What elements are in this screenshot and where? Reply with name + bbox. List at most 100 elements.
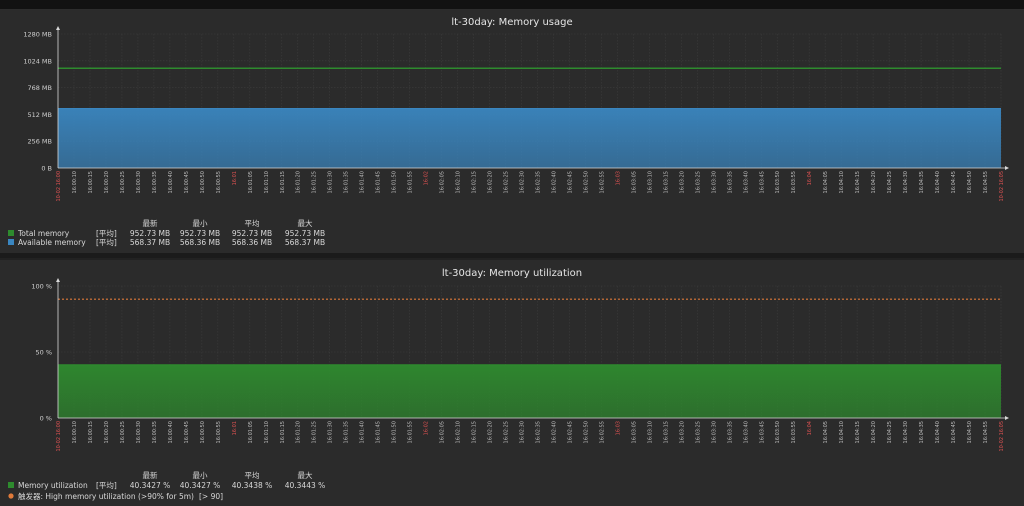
x-tick-label: 16:02:20 xyxy=(488,171,494,193)
x-tick-label: 16:03:30 xyxy=(711,171,717,193)
x-tick-label: 16:02:30 xyxy=(520,421,526,443)
y-tick-label: 1024 MB xyxy=(23,57,52,65)
x-tick-label: 16:01:30 xyxy=(328,171,334,193)
legend-stat-value: 568.37 MB xyxy=(285,238,325,247)
x-tick-label: 16:01 xyxy=(232,171,238,185)
memory-usage-chart: lt-30day: Memory usage 16:00:10 16:00:15 16… xyxy=(8,17,1009,247)
x-tick-label: 16:03:45 xyxy=(759,421,765,443)
legend-stat-value: 568.36 MB xyxy=(232,238,272,247)
x-tick-label: 16:03:10 xyxy=(647,171,653,193)
trigger-label: 触发器: High memory utilization (>90% for 5… xyxy=(18,491,194,501)
x-tick-label: 16:00:50 xyxy=(200,171,206,193)
legend-swatch xyxy=(8,230,14,236)
legend-header: 平均 xyxy=(245,218,260,228)
y-axis-arrow xyxy=(56,26,60,30)
x-tick-label: 16:00:10 xyxy=(72,171,78,193)
x-tick-label: 16:04 xyxy=(807,421,813,435)
legend-function: [平均] xyxy=(96,228,117,238)
x-tick-label: 16:00:20 xyxy=(104,421,110,443)
trigger-marker-icon xyxy=(8,493,14,499)
x-tick-label: 16:04:05 xyxy=(823,171,829,193)
x-tick-label: 16:03:30 xyxy=(711,421,717,443)
x-end-label: 10-02 16:05 xyxy=(999,171,1005,202)
x-tick-label: 16:01:20 xyxy=(296,421,302,443)
x-tick-label: 16:00:25 xyxy=(120,171,126,193)
legend-stat-value: 952.73 MB xyxy=(180,229,220,238)
y-tick-label: 768 MB xyxy=(27,84,52,92)
legend-stat-value: 40.3427 % xyxy=(180,481,221,490)
x-tick-label: 16:00:35 xyxy=(152,421,158,443)
x-tick-label: 16:02:40 xyxy=(551,171,557,193)
x-tick-label: 16:03:55 xyxy=(791,421,797,443)
x-tick-label: 16:04:40 xyxy=(935,421,941,443)
x-tick-label: 16:04:40 xyxy=(935,171,941,193)
x-start-label: 10-02 16:00 xyxy=(56,171,62,202)
x-tick-label: 16:03:40 xyxy=(743,171,749,193)
x-tick-label: 16:04:30 xyxy=(903,171,909,193)
x-tick-label: 16:00:50 xyxy=(200,421,206,443)
trigger-condition: [> 90] xyxy=(199,492,223,501)
x-tick-label: 16:02 xyxy=(424,171,430,185)
x-tick-label: 16:00:10 xyxy=(72,421,78,443)
x-tick-label: 16:03:45 xyxy=(759,171,765,193)
x-tick-label: 16:02:10 xyxy=(456,421,462,443)
legend-header: 最小 xyxy=(193,471,208,480)
x-tick-label: 16:03 xyxy=(615,171,621,185)
x-tick-label: 16:02:15 xyxy=(472,171,478,193)
x-tick-label: 16:03:55 xyxy=(791,171,797,193)
legend-stat-value: 568.36 MB xyxy=(180,238,220,247)
x-tick-label: 16:03:15 xyxy=(663,421,669,443)
x-tick-label: 16:02 xyxy=(424,421,430,435)
top-bar xyxy=(0,0,1024,10)
x-tick-label: 16:04:10 xyxy=(839,171,845,193)
series-area-available-memory xyxy=(58,108,1001,168)
x-axis-arrow xyxy=(1005,166,1009,170)
legend-stat-value: 40.3438 % xyxy=(232,481,273,490)
legend-function: [平均] xyxy=(96,480,117,490)
x-tick-label: 16:04:30 xyxy=(903,421,909,443)
legend-header: 最小 xyxy=(193,219,208,228)
x-tick-label: 16:04:35 xyxy=(919,421,925,443)
x-tick-label: 16:01:15 xyxy=(280,171,286,193)
x-tick-label: 16:04:20 xyxy=(871,421,877,443)
x-tick-label: 16:00:35 xyxy=(152,171,158,193)
y-tick-label: 0 B xyxy=(41,165,52,173)
x-tick-label: 16:02:50 xyxy=(583,171,589,193)
x-tick-label: 16:04:45 xyxy=(951,171,957,193)
y-tick-label: 256 MB xyxy=(27,138,52,146)
x-tick-label: 16:01:25 xyxy=(312,421,318,443)
x-tick-label: 16:04 xyxy=(807,171,813,185)
x-tick-label: 16:01:35 xyxy=(344,421,350,443)
x-tick-label: 16:04:25 xyxy=(887,171,893,193)
x-tick-label: 16:01:50 xyxy=(392,421,398,443)
y-axis-arrow xyxy=(56,278,60,282)
legend-stat-value: 568.37 MB xyxy=(130,238,170,247)
x-tick-label: 16:01:15 xyxy=(280,421,286,443)
x-tick-label: 16:00:15 xyxy=(88,421,94,443)
legend-function: [平均] xyxy=(96,237,117,247)
x-tick-label: 16:03:40 xyxy=(743,421,749,443)
legend-header: 最大 xyxy=(298,470,313,480)
x-tick-label: 16:01:25 xyxy=(312,171,318,193)
x-tick-label: 16:01:10 xyxy=(264,421,270,443)
legend-header: 最大 xyxy=(298,218,313,228)
x-tick-label: 16:01 xyxy=(232,421,238,435)
x-tick-label: 16:02:35 xyxy=(535,421,541,443)
x-tick-label: 16:03:15 xyxy=(663,171,669,193)
legend-swatch xyxy=(8,239,14,245)
x-end-label: 10-02 16:05 xyxy=(999,421,1005,452)
x-tick-label: 16:03:05 xyxy=(631,171,637,193)
chart-title: lt-30day: Memory usage xyxy=(451,17,572,28)
legend-series-name: Available memory xyxy=(18,238,86,247)
x-tick-label: 16:04:50 xyxy=(967,171,973,193)
x-tick-label: 16:03:05 xyxy=(631,421,637,443)
chart-title: lt-30day: Memory utilization xyxy=(442,268,582,279)
x-tick-label: 16:00:30 xyxy=(136,171,142,193)
legend-stat-value: 40.3427 % xyxy=(130,481,171,490)
x-tick-label: 16:02:05 xyxy=(440,171,446,193)
x-tick-label: 16:00:20 xyxy=(104,171,110,193)
x-tick-label: 16:03:35 xyxy=(727,171,733,193)
legend-header: 平均 xyxy=(245,470,260,480)
memory-utilization-chart: lt-30day: Memory utilization 16:00:10 16:0… xyxy=(8,268,1009,501)
x-tick-label: 16:01:20 xyxy=(296,171,302,193)
